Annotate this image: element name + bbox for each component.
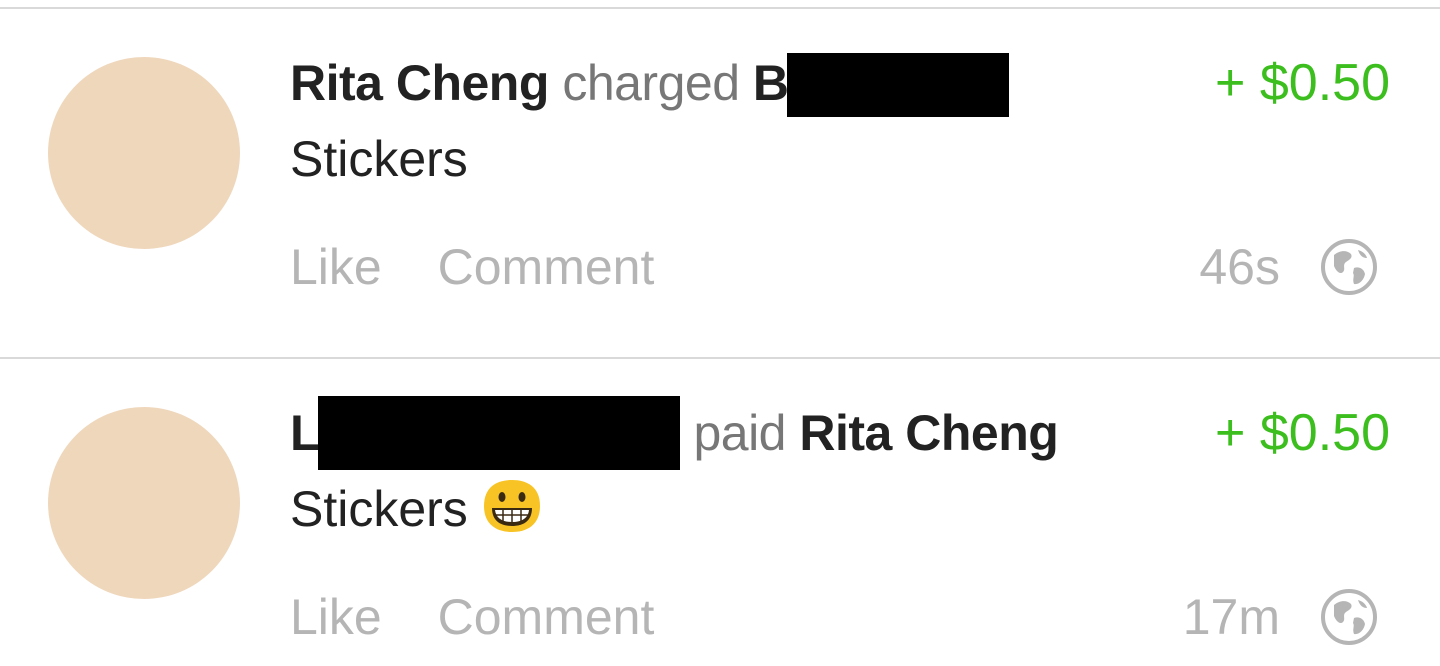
amount: + $0.50: [1215, 54, 1390, 112]
story-headline: L paid Rita Cheng: [290, 395, 1059, 474]
story-headline: Rita Cheng charged B: [290, 49, 1009, 119]
globe-icon: [1320, 238, 1378, 296]
story-verb: paid: [693, 405, 786, 461]
actor-name[interactable]: L: [290, 405, 321, 461]
story-meta: 17m: [1183, 583, 1378, 651]
story-note: Stickers: [290, 475, 546, 543]
story-verb: charged: [562, 55, 740, 111]
story-meta: 46s: [1199, 233, 1378, 301]
redaction-box: [318, 395, 681, 470]
feed-story[interactable]: L paid Rita Cheng + $0.50 Stickers Like …: [0, 359, 1440, 666]
comment-button[interactable]: Comment: [438, 589, 655, 645]
note-text: Stickers: [290, 131, 468, 187]
target-name[interactable]: Rita Cheng: [799, 405, 1058, 461]
story-actions: Like Comment: [290, 583, 654, 651]
globe-icon: [1320, 588, 1378, 646]
target-name[interactable]: B: [753, 55, 789, 111]
redaction-box: [786, 52, 1009, 117]
like-button[interactable]: Like: [290, 589, 382, 645]
timestamp: 46s: [1199, 239, 1280, 295]
timestamp: 17m: [1182, 589, 1280, 645]
feed: Rita Cheng charged B + $0.50 Stickers Li…: [0, 0, 1440, 666]
story-note: Stickers: [290, 125, 468, 193]
like-button[interactable]: Like: [290, 239, 382, 295]
actor-name[interactable]: Rita Cheng: [290, 55, 549, 111]
avatar[interactable]: [48, 57, 240, 249]
comment-button[interactable]: Comment: [438, 239, 655, 295]
avatar[interactable]: [48, 407, 240, 599]
grinning-face-icon: [478, 478, 546, 534]
story-actions: Like Comment: [290, 233, 654, 301]
amount: + $0.50: [1215, 404, 1390, 462]
feed-story[interactable]: Rita Cheng charged B + $0.50 Stickers Li…: [0, 9, 1440, 357]
note-text: Stickers: [290, 481, 468, 537]
